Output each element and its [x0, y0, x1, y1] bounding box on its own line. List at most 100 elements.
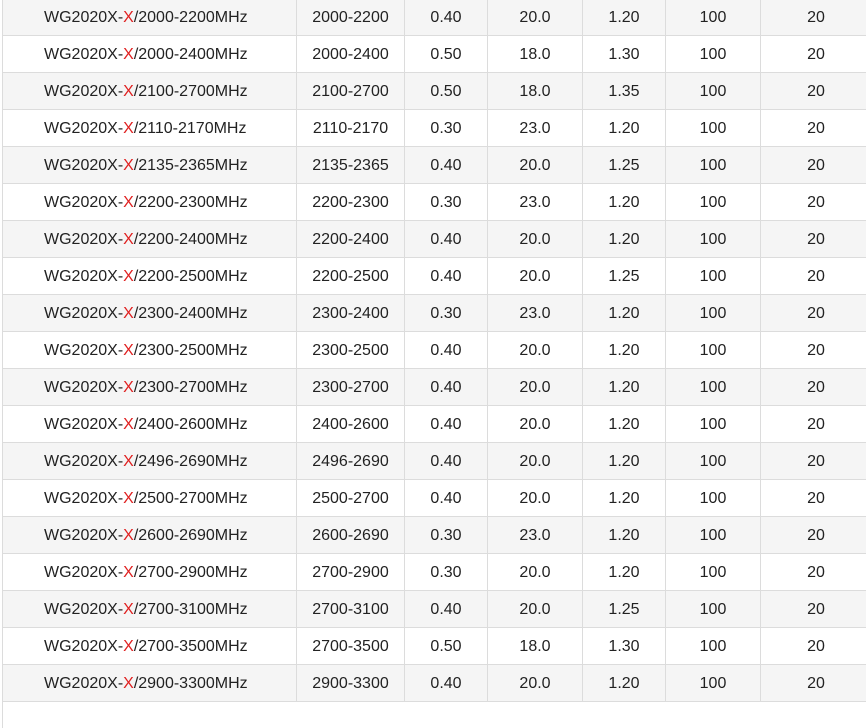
value-cell-v5: 20 — [807, 527, 825, 544]
value-cell-v1: 0.40 — [405, 369, 488, 405]
model-prefix: WG2020X- — [44, 342, 124, 359]
value-cell-v4: 100 — [666, 480, 761, 516]
model-cell: WG2020X-X/2135-2365MHz — [3, 147, 297, 183]
table-row: WG2020X-X/2700-2900MHz 2700-2900 0.30 20.0 1… — [3, 554, 866, 591]
value-cell-range: 2110-2170 — [297, 110, 405, 146]
value-cell-v1: 0.50 — [405, 36, 488, 72]
value-cell-v1: 0.40 — [405, 591, 488, 627]
model-mark: X — [123, 157, 134, 174]
value-cell-v2: 20.0 — [488, 0, 583, 35]
value-cell-v1: 0.40 — [405, 0, 488, 35]
model-prefix: WG2020X- — [44, 601, 124, 618]
value-cell-v4: 100 — [666, 628, 761, 664]
value-cell-v5: 20 — [807, 379, 825, 396]
model-suffix: /2000-2400MHz — [133, 46, 248, 63]
model-cell: WG2020X-X/2000-2400MHz — [3, 36, 297, 72]
model-prefix: WG2020X- — [44, 46, 124, 63]
model-prefix: WG2020X- — [44, 305, 124, 322]
model-mark: X — [123, 120, 134, 137]
value-cell-range: 2200-2300 — [297, 184, 405, 220]
value-cell-v3: 1.20 — [583, 295, 666, 331]
value-cell-v3: 1.20 — [583, 369, 666, 405]
model-cell: WG2020X-X/2200-2400MHz — [3, 221, 297, 257]
value-cell-v4: 100 — [666, 110, 761, 146]
value-cell-v4: 100 — [666, 554, 761, 590]
value-cell-v2: 20.0 — [488, 369, 583, 405]
value-cell-v2: 20.0 — [488, 443, 583, 479]
value-cell-v3: 1.20 — [583, 184, 666, 220]
value-cell-range: 2000-2200 — [297, 0, 405, 35]
value-cell-v5: 20 — [807, 268, 825, 285]
table-row: WG2020X-X/2200-2300MHz 2200-2300 0.30 23.0 1… — [3, 184, 866, 221]
value-cell-range: 2000-2400 — [297, 36, 405, 72]
model-mark: X — [123, 564, 134, 581]
value-cell-range: 2600-2690 — [297, 517, 405, 553]
value-cell-v5: 20 — [807, 564, 825, 581]
model-cell: WG2020X-X/2900-3300MHz — [3, 665, 297, 701]
product-spec-table: WG2020X-X/2000-2200MHz 2000-2200 0.40 20.0 1… — [3, 0, 866, 702]
value-cell-v5: 20 — [807, 342, 825, 359]
model-suffix: /2200-2500MHz — [133, 268, 248, 285]
model-mark: X — [123, 231, 134, 248]
value-cell-v2: 23.0 — [488, 295, 583, 331]
value-cell-v2: 20.0 — [488, 406, 583, 442]
value-cell-range: 2496-2690 — [297, 443, 405, 479]
value-cell-v1: 0.50 — [405, 73, 488, 109]
value-cell-v1: 0.30 — [405, 184, 488, 220]
value-cell-range: 2400-2600 — [297, 406, 405, 442]
model-suffix: /2000-2200MHz — [133, 9, 248, 26]
value-cell-v4: 100 — [666, 221, 761, 257]
value-cell-v4: 100 — [666, 36, 761, 72]
value-cell-v4: 100 — [666, 184, 761, 220]
model-suffix: /2200-2300MHz — [133, 194, 248, 211]
model-suffix: /2700-3100MHz — [133, 601, 248, 618]
value-cell-v2: 20.0 — [488, 258, 583, 294]
model-prefix: WG2020X- — [44, 675, 124, 692]
model-prefix: WG2020X- — [44, 157, 124, 174]
model-cell: WG2020X-X/2100-2700MHz — [3, 73, 297, 109]
model-suffix: /2700-2900MHz — [133, 564, 248, 581]
value-cell-v1: 0.40 — [405, 665, 488, 701]
model-mark: X — [123, 305, 134, 322]
value-cell-v2: 20.0 — [488, 332, 583, 368]
table-row: WG2020X-X/2100-2700MHz 2100-2700 0.50 18.0 1… — [3, 73, 866, 110]
value-cell-v5: 20 — [807, 675, 825, 692]
model-suffix: /2100-2700MHz — [133, 83, 248, 100]
table-row: WG2020X-X/2200-2500MHz 2200-2500 0.40 20.0 1… — [3, 258, 866, 295]
value-cell-v3: 1.20 — [583, 554, 666, 590]
value-cell-v1: 0.40 — [405, 332, 488, 368]
value-cell-v3: 1.20 — [583, 443, 666, 479]
value-cell-v5: 20 — [807, 120, 825, 137]
table-row: WG2020X-X/2300-2500MHz 2300-2500 0.40 20.0 1… — [3, 332, 866, 369]
table-row: WG2020X-X/2000-2200MHz 2000-2200 0.40 20.0 1… — [3, 0, 866, 36]
model-prefix: WG2020X- — [44, 194, 124, 211]
value-cell-v1: 0.50 — [405, 628, 488, 664]
value-cell-v2: 18.0 — [488, 36, 583, 72]
value-cell-v1: 0.40 — [405, 221, 488, 257]
table-row: WG2020X-X/2700-3100MHz 2700-3100 0.40 20.0 1… — [3, 591, 866, 628]
value-cell-v1: 0.30 — [405, 517, 488, 553]
model-suffix: /2900-3300MHz — [133, 675, 248, 692]
value-cell-v3: 1.25 — [583, 147, 666, 183]
model-prefix: WG2020X- — [44, 638, 124, 655]
value-cell-v4: 100 — [666, 73, 761, 109]
model-suffix: /2200-2400MHz — [133, 231, 248, 248]
value-cell-v4: 100 — [666, 517, 761, 553]
model-mark: X — [123, 638, 134, 655]
table-row: WG2020X-X/2135-2365MHz 2135-2365 0.40 20.0 1… — [3, 147, 866, 184]
value-cell-v5: 20 — [807, 490, 825, 507]
value-cell-v3: 1.25 — [583, 258, 666, 294]
value-cell-range: 2700-3100 — [297, 591, 405, 627]
model-prefix: WG2020X- — [44, 527, 124, 544]
value-cell-v1: 0.40 — [405, 406, 488, 442]
model-prefix: WG2020X- — [44, 268, 124, 285]
model-suffix: /2400-2600MHz — [133, 416, 248, 433]
model-cell: WG2020X-X/2300-2500MHz — [3, 332, 297, 368]
value-cell-v2: 23.0 — [488, 184, 583, 220]
value-cell-range: 2135-2365 — [297, 147, 405, 183]
model-suffix: /2300-2700MHz — [133, 379, 248, 396]
value-cell-v2: 20.0 — [488, 221, 583, 257]
value-cell-v3: 1.20 — [583, 480, 666, 516]
value-cell-v1: 0.40 — [405, 258, 488, 294]
model-mark: X — [123, 194, 134, 211]
